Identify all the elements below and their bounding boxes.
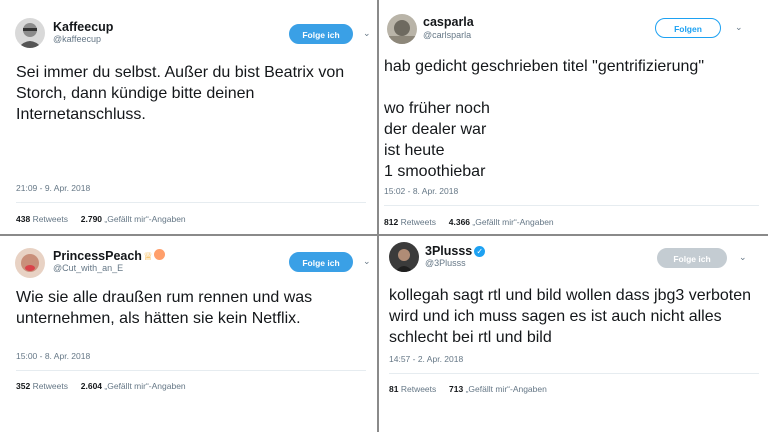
avatar[interactable] xyxy=(387,14,417,44)
display-name[interactable]: casparla xyxy=(423,15,474,29)
like-count[interactable]: 4.366 xyxy=(449,217,470,227)
retweet-count[interactable]: 81 xyxy=(389,384,398,394)
avatar[interactable] xyxy=(389,242,419,272)
tweet-timestamp[interactable]: 15:00 - 8. Apr. 2018 xyxy=(16,351,90,361)
like-label: „Gefällt mir“-Angaben xyxy=(465,384,547,394)
avatar[interactable] xyxy=(15,18,45,48)
tweet-card: Kaffeecup @kaffeecup Folge ich ⌄ Sei imm… xyxy=(0,0,377,234)
peach-icon xyxy=(153,249,165,260)
retweet-label: Retweets xyxy=(32,381,68,391)
divider xyxy=(389,373,759,374)
tweet-timestamp[interactable]: 21:09 - 9. Apr. 2018 xyxy=(16,183,90,193)
divider xyxy=(16,370,366,371)
retweet-label: Retweets xyxy=(400,217,436,227)
tweet-collage: Kaffeecup @kaffeecup Folge ich ⌄ Sei imm… xyxy=(0,0,768,432)
retweet-count[interactable]: 812 xyxy=(384,217,398,227)
display-name[interactable]: Kaffeecup xyxy=(53,20,113,34)
retweet-label: Retweets xyxy=(32,214,68,224)
divider xyxy=(384,205,759,206)
horizontal-divider xyxy=(0,234,768,236)
like-label: „Gefällt mir“-Angaben xyxy=(104,381,186,391)
tweet-card: 3Plusss ✓ @3Plusss Folge ich ⌄ kollegah s… xyxy=(379,236,768,432)
tweet-stats: 352 Retweets 2.604 „Gefällt mir“-Angaben xyxy=(16,381,186,391)
follow-button[interactable]: Folgen xyxy=(655,18,721,38)
user-handle[interactable]: @kaffeecup xyxy=(53,34,101,44)
like-count[interactable]: 713 xyxy=(449,384,463,394)
avatar[interactable] xyxy=(15,248,45,278)
chevron-down-icon[interactable]: ⌄ xyxy=(363,28,371,39)
user-handle[interactable]: @3Plusss xyxy=(425,258,466,268)
display-name-text[interactable]: 3Plusss xyxy=(425,244,472,258)
follow-button[interactable]: Folge ich xyxy=(289,24,353,44)
retweet-count[interactable]: 352 xyxy=(16,381,30,391)
divider xyxy=(16,202,366,203)
retweet-label: Retweets xyxy=(400,384,437,394)
tweet-card: casparla @carlsparla Folgen ⌄ hab gedich… xyxy=(379,0,768,234)
display-name[interactable]: 3Plusss ✓ xyxy=(425,244,486,258)
vertical-divider xyxy=(377,0,379,432)
retweet-count[interactable]: 438 xyxy=(16,214,30,224)
like-count[interactable]: 2.604 xyxy=(81,381,102,391)
tweet-text: Sei immer du selbst. Außer du bist Beatr… xyxy=(16,64,349,123)
tweet-stats: 812 Retweets 4.366 „Gefällt mir“-Angaben xyxy=(384,217,554,227)
follow-button[interactable]: Folge ich xyxy=(289,252,353,272)
tweet-text: kollegah sagt rtl und bild wollen dass j… xyxy=(389,287,756,346)
tweet-timestamp[interactable]: 15:02 - 8. Apr. 2018 xyxy=(384,186,458,196)
display-name-text[interactable]: PrincessPeach xyxy=(53,249,142,263)
like-label: „Gefällt mir“-Angaben xyxy=(472,217,554,227)
chevron-down-icon[interactable]: ⌄ xyxy=(363,256,371,267)
user-handle[interactable]: @carlsparla xyxy=(423,30,471,40)
tweet-text: Wie sie alle draußen rum rennen und was … xyxy=(16,289,317,327)
tweet-card: PrincessPeach♕ @Cut_with_an_E Folge ich … xyxy=(0,236,377,432)
display-name[interactable]: PrincessPeach♕ xyxy=(53,249,165,263)
tweet-stats: 438 Retweets 2.790 „Gefällt mir“-Angaben xyxy=(16,214,186,224)
chevron-down-icon[interactable]: ⌄ xyxy=(735,22,743,33)
user-handle[interactable]: @Cut_with_an_E xyxy=(53,263,123,273)
tweet-stats: 81 Retweets 713 „Gefällt mir“-Angaben xyxy=(389,384,547,394)
crown-icon: ♕ xyxy=(142,251,153,263)
tweet-text: hab gedicht geschrieben titel "gentrifiz… xyxy=(384,58,704,180)
follow-button[interactable]: Folge ich xyxy=(657,248,727,268)
like-count[interactable]: 2.790 xyxy=(81,214,102,224)
like-label: „Gefällt mir“-Angaben xyxy=(104,214,186,224)
chevron-down-icon[interactable]: ⌄ xyxy=(739,252,747,263)
tweet-timestamp[interactable]: 14:57 - 2. Apr. 2018 xyxy=(389,354,463,364)
verified-badge-icon: ✓ xyxy=(474,246,486,257)
